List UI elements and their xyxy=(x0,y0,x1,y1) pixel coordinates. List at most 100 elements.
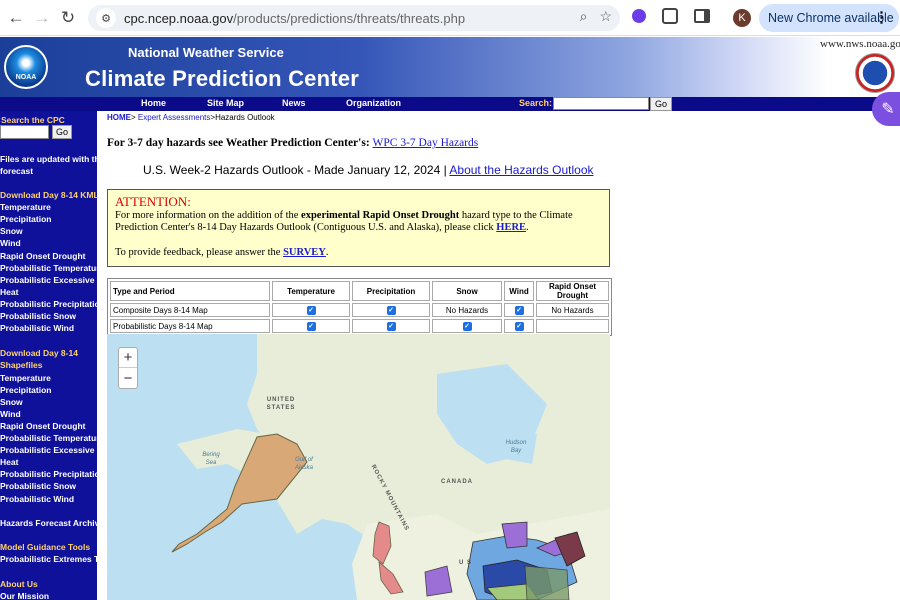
table-row: Composite Days 8-14 Map ✓ ✓ No Hazards ✓… xyxy=(110,303,609,317)
side-panel-icon[interactable] xyxy=(694,9,710,23)
checkbox-icon[interactable]: ✓ xyxy=(386,321,396,331)
checkbox-icon[interactable]: ✓ xyxy=(306,305,316,315)
survey-link[interactable]: SURVEY xyxy=(283,247,326,258)
sidebar-link[interactable]: Precipitation xyxy=(0,385,51,396)
col-header-precipitation: Precipitation xyxy=(352,281,430,301)
sidebar-link[interactable]: Probabilistic Excessive xyxy=(0,445,95,456)
here-link[interactable]: HERE xyxy=(496,222,526,233)
checkbox-icon[interactable]: ✓ xyxy=(514,305,524,315)
sidebar-link[interactable]: Rapid Onset Drought xyxy=(0,251,85,262)
sidebar-link[interactable]: Probabilistic Wind xyxy=(0,494,74,505)
sidebar-go-button[interactable]: Go xyxy=(52,125,72,139)
map-label-gulf-of-alaska: Gulf of Alaska xyxy=(294,457,313,471)
prob-drought-cell xyxy=(536,319,609,333)
reload-icon[interactable]: ↻ xyxy=(55,5,81,31)
sidebar-link[interactable]: Probabilistic Snow xyxy=(0,481,76,492)
composite-wind-cell[interactable]: ✓ xyxy=(504,303,534,317)
back-icon[interactable]: ← xyxy=(3,5,29,31)
sidebar-link[interactable]: Probabilistic Excessive xyxy=(0,275,95,286)
attention-bold-text: experimental Rapid Onset Drought xyxy=(301,209,460,221)
top-navbar: Home Site Map News Organization Search: … xyxy=(0,97,900,111)
sidebar-heading[interactable]: Download Day 8-14 KML xyxy=(0,190,99,201)
sidebar-link[interactable]: forecast xyxy=(0,166,33,177)
about-hazards-link[interactable]: About the Hazards Outlook xyxy=(449,163,593,177)
checkbox-icon[interactable]: ✓ xyxy=(306,321,316,331)
site-info-icon[interactable]: ⚙ xyxy=(96,8,116,28)
sidebar-link[interactable]: Hazards Forecast Archives xyxy=(0,518,109,529)
feedback-text: To provide feedback, please answer the xyxy=(115,246,281,258)
map-canvas[interactable] xyxy=(107,334,610,600)
hazards-map[interactable]: + − UNITED STATES CANADA ROCKY MOUNTAINS… xyxy=(107,334,610,600)
breadcrumb-expert[interactable]: Expert Assessments xyxy=(138,113,210,122)
col-header-wind: Wind xyxy=(504,281,534,301)
zoom-icon[interactable]: ⌕ xyxy=(580,8,588,25)
nav-site-map[interactable]: Site Map xyxy=(207,98,244,108)
sidebar-link[interactable]: Temperature xyxy=(0,202,51,213)
sidebar-link[interactable]: Wind xyxy=(0,409,21,420)
feedback-line: To provide feedback, please answer the S… xyxy=(115,246,329,258)
prob-wind-cell[interactable]: ✓ xyxy=(504,319,534,333)
address-bar[interactable]: ⚙ cpc.ncep.noaa.gov/products/predictions… xyxy=(88,5,620,31)
nav-organization[interactable]: Organization xyxy=(346,98,401,108)
attention-box: ATTENTION: For more information on the a… xyxy=(107,189,610,267)
sidebar-link[interactable]: Probabilistic Temperature xyxy=(0,433,104,444)
nav-home[interactable]: Home xyxy=(141,98,166,108)
sidebar-heading[interactable]: Download Day 8-14 xyxy=(0,348,78,359)
composite-precipitation-cell[interactable]: ✓ xyxy=(352,303,430,317)
noaa-logo[interactable]: NOAA xyxy=(4,45,48,89)
table-row: Probabilistic Days 8-14 Map ✓ ✓ ✓ ✓ xyxy=(110,319,609,333)
wpc-notice: For 3-7 day hazards see Weather Predicti… xyxy=(107,137,478,149)
sidebar-link[interactable]: Probabilistic Precipitation xyxy=(0,469,105,480)
sidebar-link[interactable]: Wind xyxy=(0,238,21,249)
checkbox-icon[interactable]: ✓ xyxy=(514,321,524,331)
bookmark-star-icon[interactable]: ☆ xyxy=(599,8,612,25)
zoom-out-button[interactable]: − xyxy=(119,368,137,388)
composite-temperature-cell[interactable]: ✓ xyxy=(272,303,350,317)
sidebar-heading[interactable]: Shapefiles xyxy=(0,360,43,371)
sidebar-widget-icon[interactable]: ✎ xyxy=(872,92,900,126)
sidebar-link[interactable]: Files are updated with the xyxy=(0,154,104,165)
url-text[interactable]: cpc.ncep.noaa.gov/products/predictions/t… xyxy=(124,11,465,26)
forward-icon[interactable]: → xyxy=(29,5,55,31)
prob-temperature-cell[interactable]: ✓ xyxy=(272,319,350,333)
nav-search-input[interactable] xyxy=(553,97,649,110)
nws-url[interactable]: www.nws.noaa.gov xyxy=(820,38,900,50)
prob-snow-cell[interactable]: ✓ xyxy=(432,319,502,333)
sidebar-search-input[interactable] xyxy=(0,125,49,139)
prob-precipitation-cell[interactable]: ✓ xyxy=(352,319,430,333)
sidebar-link[interactable]: Probabilistic Wind xyxy=(0,323,74,334)
col-header-temperature: Temperature xyxy=(272,281,350,301)
url-path: /products/predictions/threats/threats.ph… xyxy=(233,10,466,26)
map-label-hudson-bay: Hudson Bay xyxy=(505,440,527,454)
nav-go-button[interactable]: Go xyxy=(650,97,672,111)
nav-news[interactable]: News xyxy=(282,98,306,108)
sidebar-link[interactable]: Probabilistic Temperature xyxy=(0,263,104,274)
zoom-in-button[interactable]: + xyxy=(119,348,137,368)
sidebar-link[interactable]: Rapid Onset Drought xyxy=(0,421,85,432)
sidebar-link[interactable]: Snow xyxy=(0,226,23,237)
table-header-row: Type and Period Temperature Precipitatio… xyxy=(110,281,609,301)
profile-avatar[interactable]: K xyxy=(733,9,751,27)
nws-seal-logo[interactable] xyxy=(855,53,895,93)
breadcrumb-home[interactable]: HOME xyxy=(107,113,131,122)
checkbox-icon[interactable]: ✓ xyxy=(462,321,472,331)
sidebar-link[interactable]: Temperature xyxy=(0,373,51,384)
extensions-puzzle-icon[interactable] xyxy=(662,8,678,24)
sidebar-link[interactable]: Heat xyxy=(0,287,18,298)
site-title[interactable]: Climate Prediction Center xyxy=(85,66,359,92)
sidebar-link[interactable]: Precipitation xyxy=(0,214,51,225)
sidebar-link[interactable]: Probabilistic Precipitation xyxy=(0,299,105,310)
sidebar-heading[interactable]: Model Guidance Tools xyxy=(0,542,90,553)
wpc-link[interactable]: WPC 3-7 Day Hazards xyxy=(373,137,479,149)
agency-title[interactable]: National Weather Service xyxy=(128,45,284,60)
new-chrome-button[interactable]: New Chrome available ⋮ xyxy=(759,4,899,32)
checkbox-icon[interactable]: ✓ xyxy=(386,305,396,315)
menu-dots-icon[interactable]: ⋮ xyxy=(874,8,889,26)
extension-icon[interactable] xyxy=(632,9,646,23)
sidebar-link[interactable]: Probabilistic Snow xyxy=(0,311,76,322)
sidebar-link[interactable]: Our Mission xyxy=(0,591,49,600)
sidebar-link[interactable]: Heat xyxy=(0,457,18,468)
sidebar-link[interactable]: Probabilistic Extremes Tool xyxy=(0,554,111,565)
sidebar-heading[interactable]: About Us xyxy=(0,579,38,590)
sidebar-link[interactable]: Snow xyxy=(0,397,23,408)
